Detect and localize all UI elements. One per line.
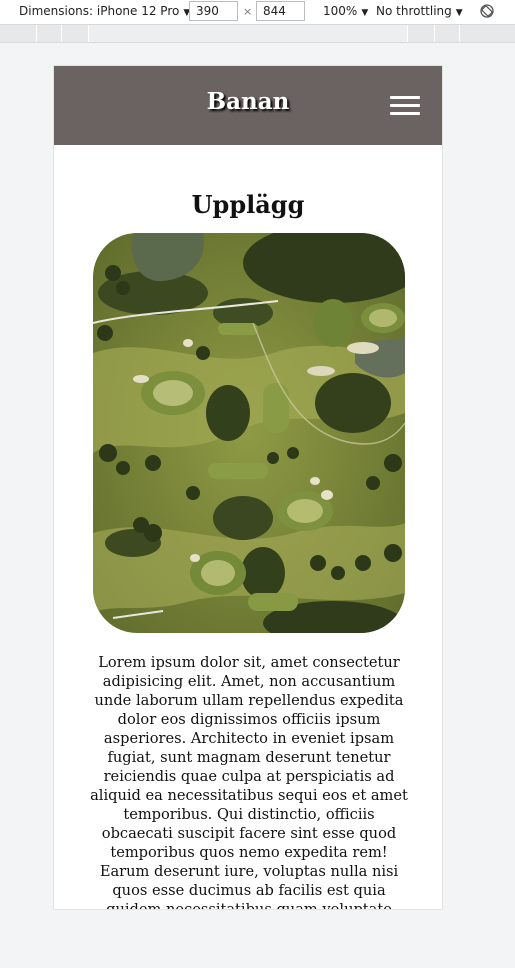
zoom-dropdown[interactable]: 100% ▼ [323, 4, 368, 18]
dimension-separator: × [243, 5, 253, 18]
zoom-label: 100% [323, 4, 358, 18]
throttling-dropdown[interactable]: No throttling ▼ [376, 4, 463, 18]
golf-course-image [93, 233, 405, 633]
devtools-device-toolbar: Dimensions: iPhone 12 Pro▼ × 100%▼ No th… [0, 0, 515, 25]
site-logo[interactable]: Banan [54, 88, 442, 115]
section-title: Upplägg [191, 190, 305, 219]
media-query-ruler[interactable] [0, 25, 515, 43]
rotate-icon[interactable] [479, 3, 495, 19]
viewport-height-input[interactable] [256, 1, 305, 21]
device-dimensions-dropdown[interactable]: Dimensions: iPhone 12 Pro ▼ [19, 4, 190, 18]
body-paragraph: Lorem ipsum dolor sit, amet consectetur … [90, 654, 408, 910]
hamburger-icon[interactable] [390, 96, 420, 116]
device-dimensions-label: Dimensions: iPhone 12 Pro [19, 4, 180, 18]
device-viewport: Banan Upplägg Lorem ipsum dolor sit, ame… [53, 65, 443, 910]
viewport-width-input[interactable] [189, 1, 238, 21]
caret-down-icon: ▼ [455, 8, 463, 18]
site-header: Banan [54, 66, 442, 145]
throttling-label: No throttling [376, 4, 452, 18]
caret-down-icon: ▼ [361, 8, 369, 18]
